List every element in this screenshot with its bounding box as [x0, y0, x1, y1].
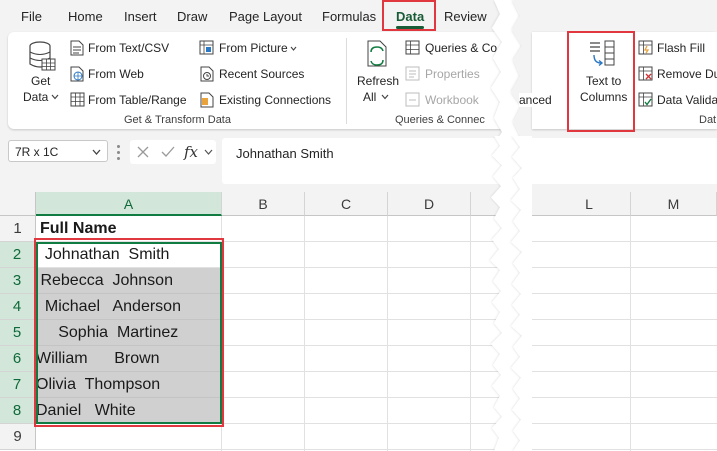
text-to-columns-label-1: Text to — [586, 74, 622, 88]
queries-group-label: Queries & Connec — [395, 114, 485, 126]
column-header-m[interactable]: M — [631, 192, 717, 216]
tab-file[interactable]: File — [21, 9, 42, 24]
chevron-down-icon — [290, 46, 297, 51]
get-transform-group-label: Get & Transform Data — [124, 114, 231, 126]
chevron-down-icon — [381, 94, 389, 100]
enter-check-icon[interactable] — [160, 145, 176, 159]
web-file-icon — [70, 66, 84, 82]
row-header-7[interactable]: 7 — [0, 372, 36, 398]
get-data-button[interactable]: Get Data — [20, 38, 64, 108]
recent-sources-button[interactable]: Recent Sources — [198, 65, 333, 83]
column-header-d[interactable]: D — [388, 192, 471, 216]
workbook-links-label: Workbook — [425, 93, 479, 107]
from-table-range-button[interactable]: From Table/Range — [68, 91, 193, 109]
chevron-down-icon — [204, 149, 213, 155]
column-header-a[interactable]: A — [36, 192, 222, 216]
from-web-label: From Web — [88, 67, 144, 81]
text-to-columns-icon — [590, 40, 615, 67]
workbook-links-icon — [405, 92, 420, 107]
row-header-2[interactable]: 2 — [0, 242, 36, 268]
name-box-grip[interactable] — [117, 144, 121, 160]
tab-page-layout[interactable]: Page Layout — [229, 9, 302, 24]
refresh-all-label-2: All — [363, 90, 377, 104]
formula-input[interactable]: Johnathan Smith — [222, 138, 717, 184]
text-file-icon — [70, 40, 84, 56]
text-to-columns-button[interactable]: Text to Columns — [574, 36, 632, 126]
from-table-range-label: From Table/Range — [88, 93, 187, 107]
tab-home[interactable]: Home — [68, 9, 103, 24]
from-web-button[interactable]: From Web — [68, 65, 193, 83]
cell-a1[interactable]: Full Name — [36, 216, 222, 242]
cancel-icon[interactable] — [136, 145, 150, 159]
picture-table-icon — [199, 40, 214, 55]
tab-data[interactable]: Data — [396, 9, 424, 24]
queries-connections-button[interactable]: Queries & Co — [404, 39, 497, 57]
get-data-label-2: Data — [23, 90, 49, 104]
torn-edge-lower — [490, 136, 532, 451]
data-validation-button[interactable]: Data Validat — [638, 91, 717, 109]
data-validation-label: Data Validat — [657, 93, 717, 107]
connections-file-icon — [200, 92, 214, 108]
select-all-corner[interactable] — [0, 192, 36, 216]
text-to-columns-label-2: Columns — [580, 90, 628, 104]
column-header-c[interactable]: C — [305, 192, 388, 216]
tab-insert[interactable]: Insert — [124, 9, 157, 24]
flash-fill-label: Flash Fill — [657, 41, 706, 55]
tab-draw[interactable]: Draw — [177, 9, 207, 24]
from-picture-label: From Picture — [219, 41, 288, 55]
formula-content: Johnathan Smith — [236, 146, 334, 161]
row-header-6[interactable]: 6 — [0, 346, 36, 372]
data-tools-group-label: Dat — [699, 114, 717, 126]
refresh-icon — [367, 40, 387, 67]
advanced-fragment[interactable]: anced — [519, 93, 552, 107]
selection-border — [36, 242, 222, 424]
flash-fill-icon — [638, 40, 653, 55]
remove-duplicates-button[interactable]: Remove Du — [638, 65, 717, 83]
row-header-1[interactable]: 1 — [0, 216, 36, 242]
tab-formulas[interactable]: Formulas — [322, 9, 376, 24]
from-text-csv-button[interactable]: From Text/CSV — [68, 39, 193, 57]
chevron-down-icon — [92, 149, 101, 155]
from-text-csv-label: From Text/CSV — [88, 41, 170, 55]
column-header-l[interactable]: L — [548, 192, 631, 216]
tab-review[interactable]: Review — [444, 9, 487, 24]
active-tab-indicator — [396, 26, 424, 29]
properties-button[interactable]: Properties — [404, 65, 484, 83]
properties-label: Properties — [425, 67, 480, 81]
remove-duplicates-label: Remove Du — [657, 67, 717, 81]
existing-connections-label: Existing Connections — [219, 93, 332, 107]
refresh-all-button[interactable]: Refresh All — [353, 38, 399, 108]
existing-connections-button[interactable]: Existing Connections — [198, 91, 338, 109]
queries-icon — [405, 40, 420, 55]
row-header-5[interactable]: 5 — [0, 320, 36, 346]
name-box-value: 7R x 1C — [15, 145, 59, 159]
get-data-label-1: Get — [31, 74, 51, 88]
refresh-all-label-1: Refresh — [357, 74, 400, 88]
table-icon — [70, 92, 85, 107]
workbook-links-button[interactable]: Workbook — [404, 91, 484, 109]
recent-sources-label: Recent Sources — [219, 67, 305, 81]
row-header-3[interactable]: 3 — [0, 268, 36, 294]
clock-file-icon — [200, 66, 214, 82]
ribbon-separator — [346, 38, 347, 124]
row-header-4[interactable]: 4 — [0, 294, 36, 320]
name-box[interactable]: 7R x 1C — [8, 140, 108, 162]
from-picture-button[interactable]: From Picture — [198, 39, 333, 57]
insert-function-button[interactable]: fx — [184, 143, 198, 161]
data-validation-icon — [638, 92, 653, 107]
row-header-8[interactable]: 8 — [0, 398, 36, 424]
database-icon — [29, 41, 56, 71]
flash-fill-button[interactable]: Flash Fill — [638, 39, 717, 57]
formula-buttons: fx — [130, 140, 216, 164]
chevron-down-icon — [51, 94, 59, 100]
remove-duplicates-icon — [638, 66, 653, 81]
row-header-9[interactable]: 9 — [0, 424, 36, 450]
properties-icon — [405, 66, 420, 81]
column-header-b[interactable]: B — [222, 192, 305, 216]
